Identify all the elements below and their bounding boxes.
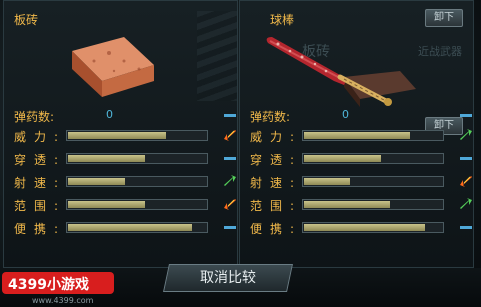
stat-row: 穿透:: [250, 150, 475, 168]
stat-bar: [66, 199, 208, 210]
baseball-bat-icon: [266, 37, 392, 106]
cancel-compare-label: 取消比较: [200, 270, 256, 286]
equal-icon: [222, 150, 238, 166]
stat-bar: [302, 130, 444, 141]
ammo-value: 0: [106, 108, 113, 121]
stat-label: 穿透:: [250, 153, 303, 167]
brick-icon: [72, 37, 154, 97]
logo-text: 4399小游戏: [8, 276, 89, 293]
stat-bar-fill: [68, 155, 146, 162]
left-weapon-panel: 板砖 弹药数: 0 威力: 穿透: 射速: 范围: 便携:: [3, 0, 238, 268]
equal-icon: [458, 150, 474, 166]
stat-label: 弹药数:: [14, 110, 55, 124]
stat-label: 威力:: [250, 130, 303, 144]
stat-label: 范围:: [250, 199, 303, 213]
up-icon: [458, 196, 474, 212]
right-weapon-panel: 卸下 板砖 近战武器 球棒 卸下 弹药数: 0 威力: 穿透: 射速: 范围: 便携:: [239, 0, 474, 268]
unload-button[interactable]: 卸下: [425, 9, 463, 27]
stat-label: 射速:: [250, 176, 303, 190]
background-weapon-type: 近战武器: [418, 45, 462, 58]
stat-bar-fill: [68, 224, 193, 231]
stat-label: 穿透:: [14, 153, 67, 167]
stat-bar: [66, 222, 208, 233]
down-icon: [458, 173, 474, 189]
stat-label: 威力:: [14, 130, 67, 144]
stat-row: 便携:: [250, 219, 475, 237]
stat-row: 范围:: [14, 196, 239, 214]
stat-bar: [66, 130, 208, 141]
stat-row: 便携:: [14, 219, 239, 237]
stat-bar-fill: [68, 201, 146, 208]
left-weapon-name: 板砖: [14, 13, 39, 27]
stat-bar: [66, 153, 208, 164]
stat-row: 威力:: [250, 127, 475, 145]
stat-bar: [302, 222, 444, 233]
stat-row: 范围:: [250, 196, 475, 214]
stat-bar: [302, 199, 444, 210]
down-icon: [222, 127, 238, 143]
stat-bar-fill: [68, 132, 166, 139]
stat-bar-fill: [304, 178, 350, 185]
stat-bar: [66, 176, 208, 187]
stat-row: 射速:: [250, 173, 475, 191]
stat-bar-fill: [304, 132, 411, 139]
stat-bar: [302, 176, 444, 187]
stat-label: 范围:: [14, 199, 67, 213]
panel-decoration: [197, 11, 237, 101]
equal-icon: [458, 107, 474, 123]
equal-icon: [458, 219, 474, 235]
ammo-value: 0: [342, 108, 349, 121]
stat-label: 便携:: [14, 222, 67, 236]
stat-row: 射速:: [14, 173, 239, 191]
equal-icon: [222, 219, 238, 235]
stat-bar-fill: [304, 201, 390, 208]
cancel-compare-button[interactable]: 取消比较: [163, 264, 293, 292]
stat-bar-fill: [304, 155, 382, 162]
stat-label: 射速:: [14, 176, 67, 190]
site-logo: 4399小游戏 www.4399.com: [2, 272, 114, 305]
stat-bar-fill: [304, 224, 426, 231]
up-icon: [222, 173, 238, 189]
stat-row: 弹药数: 0: [14, 107, 239, 125]
stat-bar: [302, 153, 444, 164]
stat-row: 威力:: [14, 127, 239, 145]
up-icon: [458, 127, 474, 143]
stat-label: 弹药数:: [250, 110, 291, 124]
equal-icon: [222, 107, 238, 123]
down-icon: [222, 196, 238, 212]
right-weapon-name: 球棒: [270, 13, 295, 27]
stat-row: 弹药数: 0: [250, 107, 475, 125]
stat-row: 穿透:: [14, 150, 239, 168]
logo-url: www.4399.com: [32, 296, 94, 305]
weapon-compare-window: 板砖 弹药数: 0 威力: 穿透: 射速: 范围: 便携: 卸下 板砖 近战武器 球棒: [0, 0, 481, 307]
stat-label: 便携:: [250, 222, 303, 236]
stat-bar-fill: [68, 178, 125, 185]
